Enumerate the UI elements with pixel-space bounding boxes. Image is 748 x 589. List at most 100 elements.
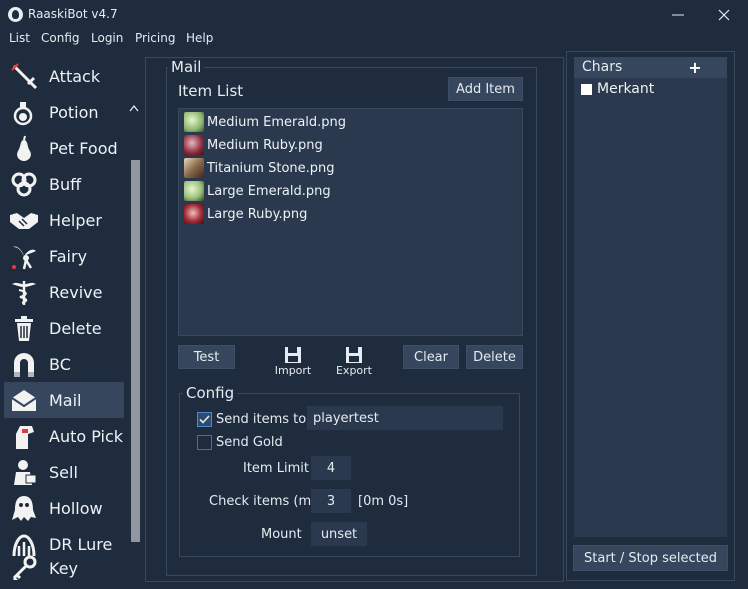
large-emerald-gem-icon <box>184 181 204 201</box>
sidebar-item-helper[interactable]: Helper <box>4 202 124 238</box>
ghost-icon <box>8 492 40 524</box>
trash-icon <box>8 312 40 344</box>
check-items-input[interactable]: 3 <box>311 489 351 513</box>
sword-icon <box>8 60 40 92</box>
title-bar: RaaskiBot v4.7 <box>0 0 748 30</box>
sidebar-item-attack[interactable]: Attack <box>4 58 124 94</box>
list-item[interactable]: Medium Ruby.png <box>184 134 323 156</box>
sidebar-item-label: Delete <box>49 318 102 338</box>
sidebar-item-label: Hollow <box>49 498 103 518</box>
list-item-label: Large Ruby.png <box>207 206 308 222</box>
sidebar-item-label: Auto Pick <box>49 426 124 446</box>
start-stop-selected-button[interactable]: Start / Stop selected <box>573 545 728 571</box>
export-button[interactable]: Export <box>333 346 375 377</box>
menu-config[interactable]: Config <box>41 31 80 45</box>
save-disk-icon <box>346 347 362 363</box>
sidebar-item-label: Fairy <box>49 246 88 266</box>
glove-icon <box>8 420 40 452</box>
sidebar-scroll-up-button[interactable] <box>129 102 139 115</box>
key-icon <box>8 552 40 580</box>
sidebar-item-label: Sell <box>49 462 78 482</box>
sidebar-item-sell[interactable]: Sell <box>4 454 124 490</box>
menu-login[interactable]: Login <box>91 31 123 45</box>
merchant-icon <box>8 456 40 488</box>
menu-pricing[interactable]: Pricing <box>135 31 175 45</box>
list-item-label: Titanium Stone.png <box>207 160 335 176</box>
mail-group-title: Mail <box>168 58 205 76</box>
send-items-recipient-input[interactable]: playertest <box>307 406 503 430</box>
item-list[interactable]: Medium Emerald.png Medium Ruby.png Titan… <box>178 108 523 336</box>
sidebar-item-revive[interactable]: Revive <box>4 274 124 310</box>
sidebar-item-label: Mail <box>49 390 82 410</box>
char-checkbox[interactable] <box>581 84 592 95</box>
large-ruby-gem-icon <box>184 204 204 224</box>
check-items-label: Check items (m) <box>209 494 317 509</box>
import-button[interactable]: Import <box>272 346 314 377</box>
add-char-button[interactable]: + <box>680 57 710 77</box>
minimize-button[interactable] <box>655 0 701 30</box>
chevron-up-icon <box>129 104 139 112</box>
menu-list[interactable]: List <box>9 31 30 45</box>
send-gold-checkbox[interactable] <box>197 435 212 450</box>
sidebar-item-hollow[interactable]: Hollow <box>4 490 124 526</box>
send-gold-label: Send Gold <box>216 435 283 450</box>
save-disk-icon <box>285 347 301 363</box>
mount-input[interactable]: unset <box>311 522 367 546</box>
list-item-label: Medium Emerald.png <box>207 114 347 130</box>
test-button[interactable]: Test <box>178 345 235 369</box>
check-items-timer: [0m 0s] <box>358 494 409 509</box>
sidebar-item-label: Helper <box>49 210 102 230</box>
sidebar-item-label: Potion <box>49 102 99 122</box>
import-label: Import <box>274 364 312 377</box>
clear-button[interactable]: Clear <box>403 345 459 369</box>
sidebar-item-mail[interactable]: Mail <box>4 382 124 418</box>
sidebar-item-label: BC <box>49 354 71 374</box>
list-item[interactable]: Large Emerald.png <box>184 180 331 202</box>
sidebar-item-buff[interactable]: Buff <box>4 166 124 202</box>
magnet-icon <box>8 348 40 380</box>
minimize-icon <box>672 14 684 16</box>
sidebar-item-label: Revive <box>49 282 103 302</box>
sidebar-item-auto-pick[interactable]: Auto Pick <box>4 418 124 454</box>
item-limit-label: Item Limit <box>243 461 309 476</box>
sidebar-item-label: Pet Food <box>49 138 118 158</box>
sidebar-item-label: Key <box>49 558 79 578</box>
titanium-stone-icon <box>184 158 204 178</box>
list-item[interactable]: Titanium Stone.png <box>184 157 335 179</box>
sidebar-item-potion[interactable]: Potion <box>4 94 124 130</box>
menu-help[interactable]: Help <box>186 31 213 45</box>
triskelion-icon <box>8 168 40 200</box>
sidebar-item-label: Buff <box>49 174 82 194</box>
mount-label: Mount <box>261 527 302 542</box>
chars-title: Chars <box>582 59 623 75</box>
config-group-title: Config <box>183 384 238 402</box>
window-title: RaaskiBot v4.7 <box>28 7 118 21</box>
sidebar-item-fairy[interactable]: Fairy <box>4 238 124 274</box>
sidebar-item-bc[interactable]: BC <box>4 346 124 382</box>
sidebar-item-delete[interactable]: Delete <box>4 310 124 346</box>
sidebar-item-key[interactable]: Key <box>4 550 124 580</box>
send-items-label: Send items to <box>216 412 307 427</box>
sidebar-item-pet-food[interactable]: Pet Food <box>4 130 124 166</box>
delete-button[interactable]: Delete <box>466 345 523 369</box>
list-item[interactable]: Medium Emerald.png <box>184 111 346 133</box>
item-limit-input[interactable]: 4 <box>311 456 351 480</box>
sidebar-scrollbar[interactable] <box>131 160 140 542</box>
sidebar: Attack Potion Pet Food Buff Helper Fairy <box>0 50 142 580</box>
list-item[interactable]: Large Ruby.png <box>184 203 307 225</box>
checkmark-icon <box>199 415 210 424</box>
chars-list[interactable] <box>574 57 727 537</box>
potion-icon <box>8 96 40 128</box>
medium-emerald-gem-icon <box>184 112 204 132</box>
export-label: Export <box>335 364 372 377</box>
envelope-icon <box>8 384 40 416</box>
fairy-icon <box>8 240 40 272</box>
char-name: Merkant <box>597 81 655 97</box>
pear-icon <box>8 132 40 164</box>
item-list-label: Item List <box>178 82 244 100</box>
add-item-button[interactable]: Add Item <box>448 77 523 101</box>
medium-ruby-gem-icon <box>184 135 204 155</box>
send-items-checkbox[interactable] <box>197 412 212 427</box>
app-logo-icon <box>8 7 23 22</box>
close-button[interactable] <box>701 0 747 30</box>
